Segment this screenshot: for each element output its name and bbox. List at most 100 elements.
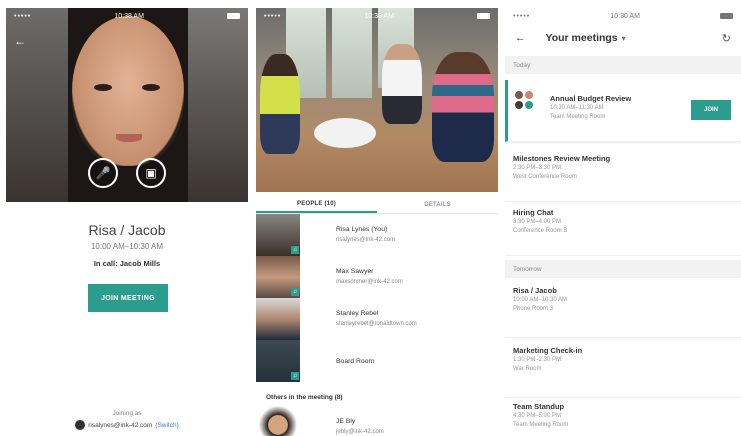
person-name: JE Bly [336,418,356,425]
list-item[interactable]: ♫ Board Room [256,340,498,382]
meeting-title: Milestones Review Meeting [513,154,611,163]
screen-join-meeting: ••••• 10:38 AM ← 🎤 ▣ Risa / Jacob 10:00 … [6,8,248,436]
person-name: Max Sawyer [336,268,374,275]
person-name: Risa Lynes (You) [336,226,388,233]
meeting-title: Marketing Check-in [513,346,583,355]
battery-icon [477,13,490,19]
video-face [72,16,184,166]
account-line: risalynes@ink-42.com (Switch) [6,420,248,430]
person-email: risalynes@ink-42.com [336,237,396,243]
meeting-time: 4:30 PM–5:00 PM [513,413,562,419]
others-header: Others in the meeting (8) [266,394,343,401]
room-person-2 [382,44,422,124]
status-bar: ••••• 10:30 AM [505,8,741,24]
avatar [75,420,86,430]
tab-bar: PEOPLE (10) DETAILS [256,196,498,214]
person-thumbnail: ♫ [256,214,300,256]
mic-off-icon[interactable]: 🎤 [88,158,118,188]
person-info: Stanley Rebel stanleyrebel@ronaldtown.co… [300,308,417,330]
person-info: Board Room [300,356,374,367]
meeting-item[interactable]: Risa / Jacob 10:00 AM–10:30 AM Phone Roo… [505,282,741,338]
meeting-time: 2:30 PM–3:30 PM [513,165,562,171]
attendee-avatar [524,90,534,100]
join-button[interactable]: JOIN [691,100,731,120]
mic-icon: ♫ [291,288,299,296]
status-time: 10:38 AM [114,12,144,20]
screen-your-meetings: ••••• 10:30 AM ← Your meetings ▾ ↻ Today… [505,8,741,436]
room-video [256,8,498,192]
app-bar: ← Your meetings ▾ ↻ [505,24,741,52]
person-thumbnail: ♫ [256,256,300,298]
person-name: Board Room [336,357,375,365]
room-person-3 [432,52,494,162]
status-time: 10:30 AM [610,12,640,20]
room-person-1 [260,54,300,154]
meeting-time: 10:00 AM–10:30 AM [513,297,568,303]
person-email: stanleyrebel@ronaldtown.com [336,321,417,327]
list-item[interactable]: JE Bly jebly@ink-42.com [256,406,498,436]
video-eye-left [94,84,112,91]
page-title[interactable]: Your meetings [546,32,618,44]
status-time: 10:30 AM [364,12,394,20]
meeting-place: War Room [513,365,542,372]
dropdown-caret-icon[interactable]: ▾ [622,34,626,43]
meeting-item[interactable]: Marketing Check-in 1:30 PM–2:30 PM War R… [505,342,741,398]
person-email: jebly@ink-42.com [336,429,384,435]
screen-meeting-people: ••••• 10:30 AM PEOPLE (10) DETAILS ♫ Ris… [256,8,498,436]
signal-dots: ••••• [14,12,32,20]
person-info: Risa Lynes (You) risalynes@ink-42.com [300,224,395,246]
join-meeting-button[interactable]: JOIN MEETING [88,284,168,312]
meeting-item[interactable]: Team Standup 4:30 PM–5:00 PM Team Meetin… [505,398,741,436]
meeting-place: Team Meeting Room [513,421,569,428]
video-off-icon[interactable]: ▣ [136,158,166,188]
meeting-title: Risa / Jacob [513,286,557,295]
person-info: Max Sawyer maxsonmer@ink-42.com [300,266,403,288]
person-name: Stanley Rebel [336,310,379,317]
attendee-avatars [514,90,534,110]
back-arrow-icon[interactable]: ← [515,32,526,44]
video-hair-right [188,8,248,202]
room-table [314,118,376,148]
meeting-title: Risa / Jacob [88,222,166,238]
list-item[interactable]: ♫ Risa Lynes (You) risalynes@ink-42.com [256,214,498,256]
video-mouth [116,134,142,142]
meeting-place: Phone Room 3 [513,305,554,312]
list-item[interactable]: Stanley Rebel stanleyrebel@ronaldtown.co… [256,298,498,340]
person-email: maxsonmer@ink-42.com [336,279,403,285]
signal-dots: ••••• [513,12,531,20]
joining-as-label: Joining as [112,410,142,417]
meeting-title: Hiring Chat [513,208,554,217]
user-email: risalynes@ink-42.com [88,421,153,429]
meeting-time: 1:30 PM–2:30 PM [513,357,562,363]
meeting-place: Conference Room B [513,227,568,234]
meeting-time: 3:30 PM–4:00 PM [513,219,562,225]
attendee-avatar [514,90,524,100]
tab-people[interactable]: PEOPLE (10) [256,196,377,213]
meeting-item[interactable]: Milestones Review Meeting 2:30 PM–3:30 P… [505,150,741,202]
meeting-item[interactable]: Hiring Chat 3:30 PM–4:00 PM Conference R… [505,204,741,256]
self-video-preview [6,8,248,202]
switch-account-link[interactable]: (Switch) [155,422,178,429]
person-info: JE Bly jebly@ink-42.com [300,416,384,436]
meeting-title: Team Standup [513,402,565,411]
status-bar: ••••• 10:30 AM [256,8,498,24]
room-thumbnail: ♫ [256,340,300,382]
status-bar: ••••• 10:38 AM [6,8,248,24]
battery-icon [720,13,733,19]
back-arrow-icon[interactable]: ← [14,34,26,48]
attendee-avatar [514,100,524,110]
video-eye-right [142,84,160,91]
attendee-avatar [524,100,534,110]
battery-icon [227,13,240,19]
refresh-icon[interactable]: ↻ [722,32,731,45]
list-item[interactable]: ♫ Max Sawyer maxsonmer@ink-42.com [256,256,498,298]
tab-details[interactable]: DETAILS [377,196,498,213]
in-call-name: Jacob Mills [119,259,161,268]
section-tomorrow: Tomorrow [505,260,741,278]
mic-icon: ♫ [291,246,299,254]
in-call-label: In call: [93,259,118,268]
meeting-place: West Conference Room [513,173,577,180]
in-call-text: In call: Jacob Mills [6,259,248,268]
person-thumbnail [256,298,300,340]
meeting-item-highlighted[interactable]: Annual Budget Review 10:30 AM–11:30 AM T… [505,80,741,142]
